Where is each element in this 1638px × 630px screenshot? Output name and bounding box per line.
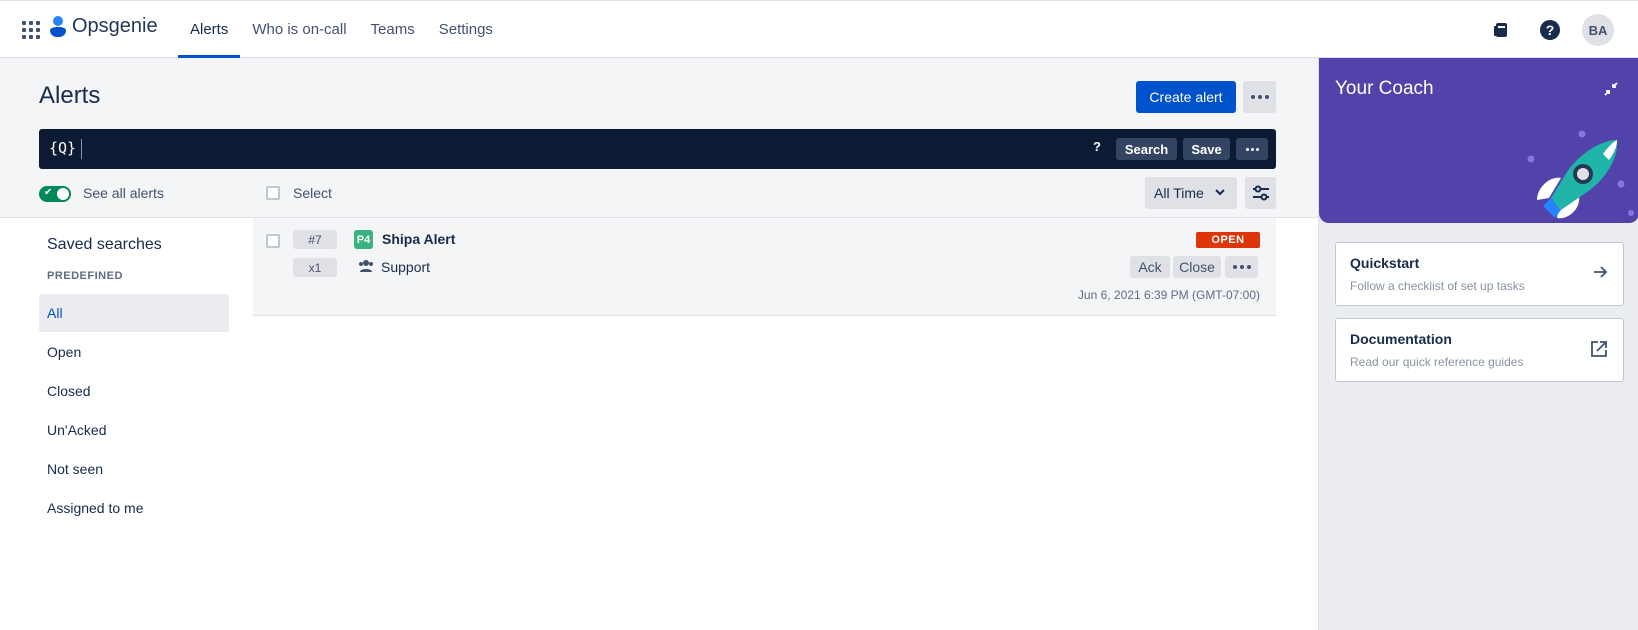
time-range-dropdown[interactable]: All Time <box>1145 177 1237 209</box>
saved-search-unacked[interactable]: Un'Acked <box>39 411 229 449</box>
saved-searches-list: All Open Closed Un'Acked Not seen Assign… <box>39 294 229 528</box>
filter-settings-button[interactable] <box>1245 177 1276 209</box>
chevron-down-icon <box>1215 189 1225 196</box>
saved-searches-title: Saved searches <box>47 236 162 253</box>
more-icon <box>1250 95 1255 99</box>
primary-nav: Alerts Who is on-call Teams Settings <box>178 1 505 58</box>
priority-badge: P4 <box>354 230 373 249</box>
see-all-alerts-toggle[interactable]: ✔ <box>39 186 71 202</box>
app-name: Opsgenie <box>72 15 158 37</box>
documentation-card[interactable]: Documentation Read our quick reference g… <box>1335 318 1624 382</box>
status-badge: OPEN <box>1196 232 1260 248</box>
search-input[interactable] <box>87 135 1087 163</box>
coach-title: Your Coach <box>1335 78 1434 99</box>
search-more-button[interactable] <box>1236 138 1268 160</box>
saved-search-closed[interactable]: Closed <box>39 372 229 410</box>
alert-timestamp: Jun 6, 2021 6:39 PM (GMT-07:00) <box>1077 288 1260 302</box>
saved-search-assigned-to-me[interactable]: Assigned to me <box>39 489 229 527</box>
alert-list-item[interactable]: #7 x1 P4 Shipa Alert Support OPEN Ack Cl… <box>253 218 1276 316</box>
search-caret <box>81 139 82 159</box>
alert-team: Support <box>381 259 431 275</box>
predefined-section-label: PREDEFINED <box>47 270 123 282</box>
page-more-button[interactable] <box>1243 81 1276 113</box>
ack-button[interactable]: Ack <box>1130 256 1170 278</box>
nav-item-teams[interactable]: Teams <box>359 1 427 58</box>
saved-search-open[interactable]: Open <box>39 333 229 371</box>
create-alert-button[interactable]: Create alert <box>1136 81 1236 113</box>
people-icon <box>359 260 373 272</box>
select-all-checkbox[interactable] <box>266 186 280 200</box>
alert-number-tag: #7 <box>293 230 337 249</box>
apps-grid-icon[interactable] <box>22 21 40 39</box>
check-icon: ✔ <box>44 187 53 198</box>
svg-text:?: ? <box>1546 22 1555 38</box>
nav-item-who-is-on-call[interactable]: Who is on-call <box>240 1 358 58</box>
quickstart-card[interactable]: Quickstart Follow a checklist of set up … <box>1335 242 1624 306</box>
alert-checkbox[interactable] <box>266 234 280 248</box>
quickstart-title: Quickstart <box>1350 255 1420 271</box>
help-icon[interactable]: ? <box>1534 14 1566 46</box>
coach-header: Your Coach <box>1319 58 1638 223</box>
quickstart-subtitle: Follow a checklist of set up tasks <box>1350 279 1525 293</box>
alert-title[interactable]: Shipa Alert <box>382 231 455 247</box>
nav-actions: ? BA <box>1486 14 1614 46</box>
search-button[interactable]: Search <box>1116 138 1177 160</box>
close-alert-button[interactable]: Close <box>1173 256 1221 278</box>
save-search-button[interactable]: Save <box>1183 138 1230 160</box>
user-avatar[interactable]: BA <box>1582 14 1614 46</box>
search-help-button[interactable]: ? <box>1089 139 1105 154</box>
nav-item-settings[interactable]: Settings <box>427 1 505 58</box>
nav-item-alerts[interactable]: Alerts <box>178 1 241 58</box>
documentation-subtitle: Read our quick reference guides <box>1350 355 1524 369</box>
rocket-illustration <box>1527 130 1634 219</box>
app-logo[interactable]: Opsgenie <box>50 15 158 38</box>
more-icon <box>1232 265 1237 269</box>
more-icon <box>1245 147 1249 151</box>
alert-more-button[interactable] <box>1225 256 1258 278</box>
coach-panel: Your Coach Quickstart Follow a checklist… <box>1318 58 1638 630</box>
opsgenie-logo-icon <box>50 15 66 38</box>
filter-icon <box>1252 185 1269 201</box>
external-link-icon <box>1591 341 1607 357</box>
select-label: Select <box>293 185 332 201</box>
alert-count-tag: x1 <box>293 258 337 277</box>
alert-search-bar: {Q} ? Search Save <box>39 129 1276 169</box>
see-all-alerts-label: See all alerts <box>83 185 164 201</box>
page-title: Alerts <box>39 82 101 109</box>
collapse-icon[interactable] <box>1602 80 1620 98</box>
saved-search-not-seen[interactable]: Not seen <box>39 450 229 488</box>
book-icon[interactable] <box>1486 14 1518 46</box>
top-navigation: Opsgenie Alerts Who is on-call Teams Set… <box>0 0 1638 58</box>
arrow-right-icon <box>1594 266 1608 278</box>
saved-search-all[interactable]: All <box>39 294 229 332</box>
time-range-value: All Time <box>1154 185 1204 201</box>
documentation-title: Documentation <box>1350 331 1452 347</box>
query-icon: {Q} <box>49 139 77 157</box>
